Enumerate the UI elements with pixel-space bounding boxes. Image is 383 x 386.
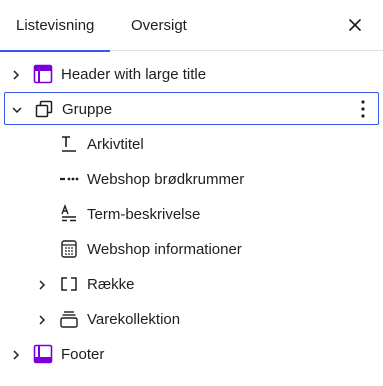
chevron-down-icon[interactable]: [11, 103, 23, 115]
chevron-right-icon[interactable]: [36, 278, 48, 290]
block-row-product-collection[interactable]: Varekollektion: [0, 302, 383, 337]
block-label: Webshop informationer: [87, 241, 242, 258]
breadcrumbs-icon: [59, 169, 79, 189]
block-label: Webshop brødkrummer: [87, 171, 245, 188]
block-label: Arkivtitel: [87, 136, 144, 153]
term-description-icon: [59, 204, 79, 224]
active-tab-indicator: [0, 50, 111, 52]
block-row-header[interactable]: Header with large title: [0, 57, 383, 92]
chevron-right-icon[interactable]: [36, 313, 48, 325]
tab-bar: Listevisning Oversigt: [0, 0, 383, 52]
chevron-right-icon[interactable]: [10, 68, 22, 80]
block-label: Header with large title: [61, 66, 207, 83]
block-label: Række: [87, 276, 135, 293]
tab-overview[interactable]: Oversigt: [131, 0, 187, 51]
template-part-footer-icon: [33, 344, 53, 364]
row-icon: [59, 274, 79, 294]
block-row-footer[interactable]: Footer: [0, 337, 383, 372]
product-collection-icon: [59, 309, 79, 329]
template-part-header-icon: [33, 64, 53, 84]
tab-list-view[interactable]: Listevisning: [0, 0, 111, 52]
block-label: Term-beskrivelse: [87, 206, 201, 223]
block-row-term-description[interactable]: Term-beskrivelse: [0, 197, 383, 232]
block-row-breadcrumbs[interactable]: Webshop brødkrummer: [0, 162, 383, 197]
more-vertical-icon[interactable]: [360, 99, 366, 119]
block-row-archive-title[interactable]: Arkivtitel: [0, 127, 383, 162]
block-label: Footer: [61, 346, 105, 363]
tab-overview-label: Oversigt: [131, 17, 187, 34]
block-row-group[interactable]: Gruppe: [4, 92, 379, 125]
block-label: Varekollektion: [87, 311, 181, 328]
close-icon[interactable]: [345, 15, 365, 35]
block-row-store-notices[interactable]: Webshop informationer: [0, 232, 383, 267]
archive-title-icon: [59, 134, 79, 154]
chevron-right-icon[interactable]: [10, 348, 22, 360]
tab-list-view-label: Listevisning: [16, 17, 95, 34]
store-notices-icon: [59, 239, 79, 259]
group-icon: [34, 99, 54, 119]
block-label: Gruppe: [62, 101, 113, 118]
block-row-row[interactable]: Række: [0, 267, 383, 302]
